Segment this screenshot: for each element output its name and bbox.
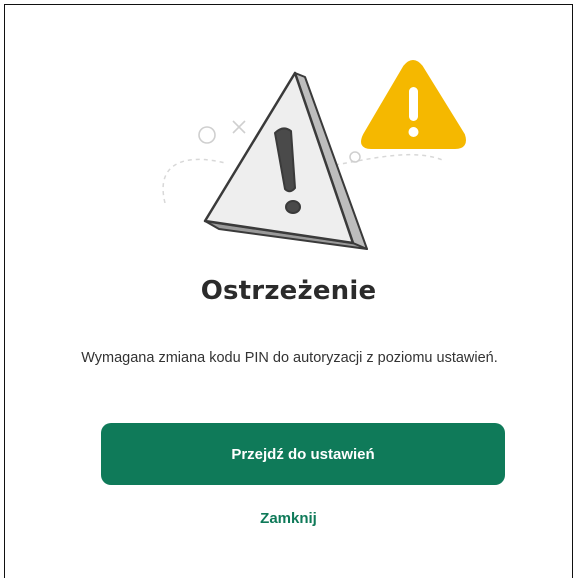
go-to-settings-button[interactable]: Przejdź do ustawień bbox=[101, 423, 505, 485]
warning-illustration bbox=[162, 60, 466, 250]
dialog-title: Ostrzeżenie bbox=[200, 276, 377, 306]
decorative-cross bbox=[232, 120, 246, 134]
decorative-ring bbox=[349, 151, 361, 163]
warning-dialog: Ostrzeżenie Wymagana zmiana kodu PIN do … bbox=[4, 4, 573, 578]
decorative-circle bbox=[198, 126, 216, 144]
close-link-label: Zamknij bbox=[260, 510, 317, 527]
close-link[interactable]: Zamknij bbox=[5, 508, 572, 529]
dialog-message: Wymagana zmiana kodu PIN do autoryzacji … bbox=[81, 350, 498, 366]
warning-triangle-icon bbox=[203, 71, 368, 250]
warning-badge-icon bbox=[361, 60, 466, 149]
